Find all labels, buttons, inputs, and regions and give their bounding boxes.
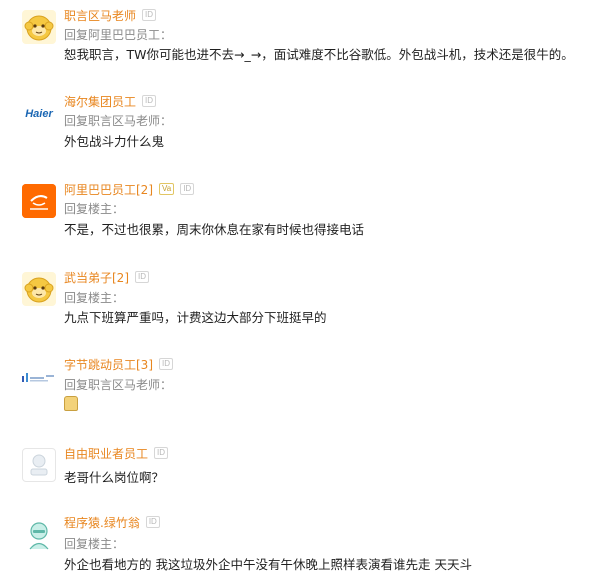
reply-to[interactable]: 回复楼主： <box>64 535 124 552</box>
avatar[interactable] <box>22 184 56 218</box>
username[interactable]: 字节跳动员工[3] <box>64 356 153 373</box>
username[interactable]: 自由职业者员工 <box>64 445 148 462</box>
reply-to[interactable]: 回复楼主： <box>64 289 124 306</box>
programmer-avatar-icon <box>22 518 56 552</box>
haier-logo-icon: Haier <box>25 108 53 120</box>
vip-badge: Va <box>159 183 175 195</box>
alibaba-logo-icon <box>22 184 56 218</box>
avatar[interactable] <box>22 10 56 44</box>
id-badge: ID <box>142 9 157 21</box>
comment-text: 外企也看地方的 我这垃圾外企中午没有午休晚上照样表演看谁先走 天天斗 <box>64 557 472 572</box>
toast-emoji-icon <box>64 396 78 411</box>
id-badge: ID <box>145 516 160 528</box>
freelancer-avatar-icon <box>30 454 48 476</box>
avatar[interactable] <box>22 272 56 306</box>
comment-text: 外包战斗力什么鬼 <box>64 134 165 149</box>
id-badge: ID <box>180 183 195 195</box>
reply-to[interactable]: 回复职言区马老师： <box>64 376 172 393</box>
id-badge: ID <box>142 95 157 107</box>
monkey-avatar-icon <box>22 10 56 44</box>
monkey-avatar-icon <box>22 272 56 306</box>
reply-to[interactable]: 回复职言区马老师： <box>64 112 172 129</box>
comment-text: 恕我职言，TW你可能也进不去→_→，面试难度不比谷歌低。外包战斗机，技术还是很牛… <box>64 47 574 62</box>
id-badge: ID <box>159 358 173 370</box>
comment-text: 不是，不过也很累，周末你休息在家有时候也得接电话 <box>64 222 365 237</box>
avatar[interactable] <box>19 360 59 394</box>
bytedance-logo-icon <box>22 373 54 382</box>
id-badge: ID <box>154 447 169 459</box>
username[interactable]: 武当弟子[2] <box>64 269 129 286</box>
username[interactable]: 职言区马老师 <box>64 7 136 24</box>
comment-text: 九点下班算严重吗，计费这边大部分下班挺早的 <box>64 310 327 325</box>
username[interactable]: 阿里巴巴员工[2] <box>64 181 153 198</box>
username[interactable]: 海尔集团员工 <box>64 93 136 110</box>
avatar[interactable]: Haier <box>19 97 59 131</box>
username[interactable]: 程序猿.绿竹翁 <box>64 514 140 531</box>
comment-text: 老哥什么岗位啊？ <box>64 470 165 485</box>
id-badge: ID <box>135 271 149 283</box>
reply-to[interactable]: 回复楼主： <box>64 200 124 217</box>
reply-to[interactable]: 回复阿里巴巴员工： <box>64 26 172 43</box>
avatar[interactable] <box>22 518 56 552</box>
avatar[interactable] <box>22 448 56 482</box>
